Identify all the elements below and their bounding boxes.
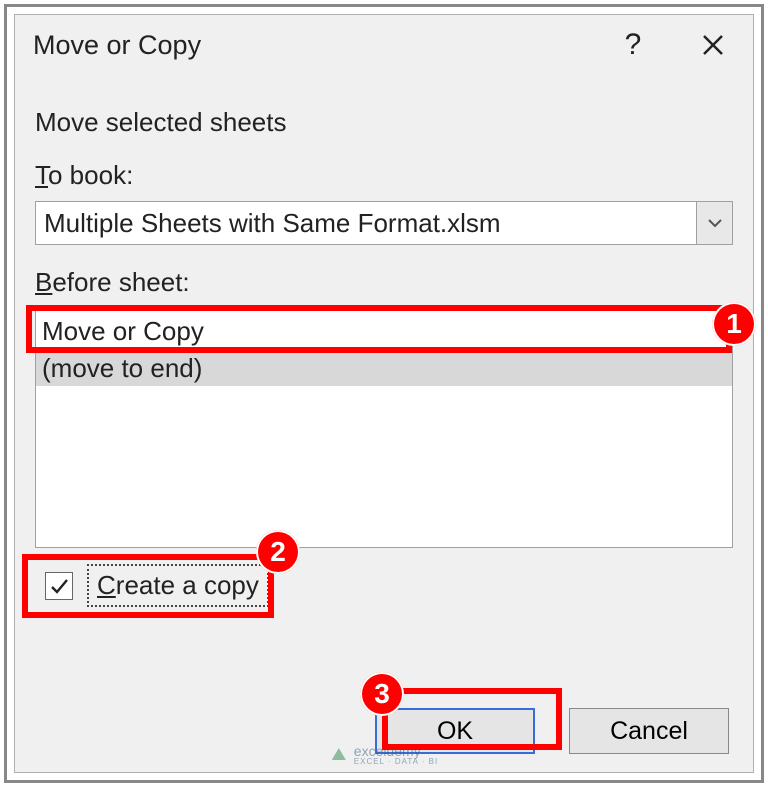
create-a-copy-label: Create a copy — [87, 564, 269, 607]
to-book-dropdown-button[interactable] — [696, 202, 732, 244]
watermark: exceldemy EXCEL · DATA · BI — [330, 744, 438, 766]
create-a-copy-row: Create a copy — [35, 556, 279, 615]
watermark-icon — [330, 746, 348, 764]
before-sheet-listbox[interactable]: Move or Copy (move to end) — [35, 308, 733, 548]
dialog-title: Move or Copy — [33, 30, 201, 61]
cancel-button[interactable]: Cancel — [569, 708, 729, 754]
help-button[interactable]: ? — [593, 15, 673, 75]
before-sheet-label: Before sheet: — [35, 267, 733, 298]
dialog-body: Move selected sheets To book: Multiple S… — [15, 75, 753, 615]
close-button[interactable] — [673, 15, 753, 75]
titlebar: Move or Copy ? — [15, 15, 753, 75]
to-book-combo[interactable]: Multiple Sheets with Same Format.xlsm — [35, 201, 733, 245]
to-book-label: To book: — [35, 160, 733, 191]
move-selected-sheets-label: Move selected sheets — [35, 107, 733, 138]
chevron-down-icon — [708, 218, 722, 228]
watermark-tag: EXCEL · DATA · BI — [354, 758, 438, 766]
create-a-copy-checkbox[interactable] — [45, 572, 73, 600]
ok-button-label: OK — [437, 717, 473, 746]
list-item[interactable]: Move or Copy — [36, 313, 732, 350]
close-icon — [701, 33, 725, 57]
checkmark-icon — [49, 576, 69, 596]
to-book-value: Multiple Sheets with Same Format.xlsm — [36, 202, 696, 244]
cancel-button-label: Cancel — [610, 717, 688, 746]
watermark-brand: exceldemy — [354, 744, 438, 758]
list-item[interactable]: (move to end) — [36, 350, 732, 387]
move-or-copy-dialog: Move or Copy ? Move selected sheets To b… — [14, 14, 754, 773]
